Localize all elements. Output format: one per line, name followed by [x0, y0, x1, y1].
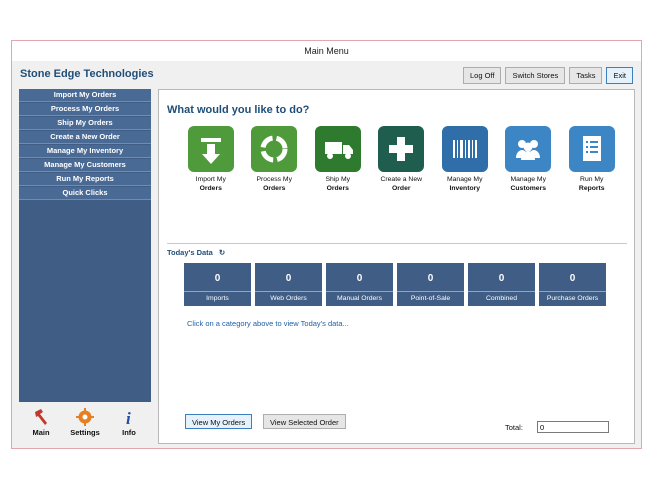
stat-label: Point-of-Sale — [397, 291, 464, 305]
import-arrow-icon — [187, 126, 234, 172]
tile-create-order[interactable]: Create a New Order — [370, 126, 434, 193]
report-icon — [568, 126, 615, 172]
top-toolbar: Log Off Switch Stores Tasks Exit — [462, 67, 633, 84]
tile-manage-customers[interactable]: Manage My Customers — [497, 126, 561, 193]
main-panel: What would you like to do? Import My Ord… — [158, 89, 635, 444]
tile-label-line2: Customers — [510, 184, 546, 192]
stat-point-of-sale[interactable]: 0 Point-of-Sale — [397, 263, 464, 306]
stat-imports[interactable]: 0 Imports — [184, 263, 251, 306]
settings-nav-label: Settings — [70, 428, 100, 437]
stat-label: Web Orders — [255, 291, 322, 305]
info-nav-button[interactable]: i Info — [109, 405, 149, 443]
info-icon: i — [126, 409, 131, 426]
sidebar-item-import[interactable]: Import My Orders — [19, 89, 151, 102]
stat-label: Combined — [468, 291, 535, 305]
sidebar-item-reports[interactable]: Run My Reports — [19, 173, 151, 186]
exit-button[interactable]: Exit — [606, 67, 633, 84]
hammer-icon — [35, 409, 47, 425]
stat-manual-orders[interactable]: 0 Manual Orders — [326, 263, 393, 306]
stat-value: 0 — [498, 273, 505, 284]
people-icon — [505, 126, 552, 172]
tile-label-line2: Inventory — [449, 184, 481, 192]
refresh-icon[interactable]: ↻ — [219, 248, 225, 257]
switch-stores-button[interactable]: Switch Stores — [505, 67, 566, 84]
total-label: Total: — [505, 423, 523, 432]
tile-label-line1: Ship My — [325, 176, 351, 183]
category-hint: Click on a category above to view Today'… — [187, 319, 349, 328]
tile-label-line1: Create a New — [380, 176, 423, 183]
main-nav-button[interactable]: Main — [21, 405, 61, 443]
sidebar-item-quick-clicks[interactable]: Quick Clicks — [19, 187, 151, 200]
stat-value: 0 — [285, 273, 292, 284]
tile-label-line2: Orders — [263, 184, 286, 192]
stat-value: 0 — [569, 273, 576, 284]
tile-process-orders[interactable]: Process My Orders — [243, 126, 307, 193]
view-selected-order-button[interactable]: View Selected Order — [263, 414, 346, 429]
stat-label: Purchase Orders — [539, 291, 606, 305]
stat-value: 0 — [427, 273, 434, 284]
tile-label: Ship My Orders — [306, 176, 370, 193]
main-heading: What would you like to do? — [167, 104, 310, 116]
tile-manage-inventory[interactable]: Manage My Inventory — [433, 126, 497, 193]
main-nav-label: Main — [32, 428, 50, 437]
tile-label-line2: Order — [391, 184, 411, 192]
sidebar-item-inventory[interactable]: Manage My Inventory — [19, 145, 151, 158]
tile-label-line2: Orders — [326, 184, 349, 192]
settings-nav-button[interactable]: Settings — [65, 405, 105, 443]
stats-row: 0 Imports 0 Web Orders 0 Manual Orders 0… — [184, 263, 606, 306]
sidebar-item-ship[interactable]: Ship My Orders — [19, 117, 151, 130]
tile-label: Run My Reports — [560, 176, 624, 193]
sidebar-item-new-order[interactable]: Create a New Order — [19, 131, 151, 144]
plus-icon — [378, 126, 425, 172]
tile-import-orders[interactable]: Import My Orders — [179, 126, 243, 193]
tile-label-line1: Manage My — [446, 176, 483, 183]
main-window: Main Menu Stone Edge Technologies Log Of… — [11, 40, 642, 449]
stat-label: Manual Orders — [326, 291, 393, 305]
stat-web-orders[interactable]: 0 Web Orders — [255, 263, 322, 306]
stat-value: 0 — [214, 273, 221, 284]
recycle-icon — [251, 126, 298, 172]
tile-label: Manage My Inventory — [433, 176, 497, 193]
view-my-orders-button[interactable]: View My Orders — [185, 414, 253, 429]
tile-label: Manage My Customers — [497, 176, 561, 193]
info-nav-label: Info — [122, 428, 136, 437]
log-off-button[interactable]: Log Off — [462, 67, 502, 84]
tile-ship-orders[interactable]: Ship My Orders — [306, 126, 370, 193]
barcode-icon — [441, 126, 488, 172]
stat-value: 0 — [356, 273, 363, 284]
stat-purchase-orders[interactable]: 0 Purchase Orders — [539, 263, 606, 306]
sidebar-item-process[interactable]: Process My Orders — [19, 103, 151, 116]
tile-label-line2: Reports — [578, 184, 605, 192]
stat-label: Imports — [184, 291, 251, 305]
todays-data-text: Today's Data — [167, 248, 213, 257]
sidebar: Import My Orders Process My Orders Ship … — [19, 89, 151, 402]
window-title: Main Menu — [12, 41, 641, 61]
tile-run-reports[interactable]: Run My Reports — [560, 126, 624, 193]
tile-label-line1: Run My — [580, 176, 604, 183]
tile-label: Process My Orders — [243, 176, 307, 193]
sidebar-item-customers[interactable]: Manage My Customers — [19, 159, 151, 172]
tile-label: Create a New Order — [370, 176, 434, 193]
svg-text:i: i — [126, 409, 131, 426]
tasks-button[interactable]: Tasks — [569, 67, 603, 84]
tile-label-line1: Manage My — [510, 176, 546, 183]
stat-combined[interactable]: 0 Combined — [468, 263, 535, 306]
tile-label-line2: Orders — [199, 184, 222, 192]
divider — [167, 243, 627, 244]
total-field[interactable]: 0 — [537, 421, 609, 433]
app-title: Stone Edge Technologies — [20, 68, 154, 80]
action-tiles: Import My Orders Process My Orders Ship … — [179, 126, 624, 193]
truck-icon — [314, 126, 361, 172]
tile-label: Import My Orders — [179, 176, 243, 193]
todays-data-label: Today's Data ↻ — [167, 248, 225, 257]
gear-icon — [76, 408, 94, 426]
tile-label-line1: Import My — [195, 176, 226, 183]
tile-label-line1: Process My — [256, 176, 292, 183]
bottom-nav: Main Settings i Info — [19, 405, 151, 443]
